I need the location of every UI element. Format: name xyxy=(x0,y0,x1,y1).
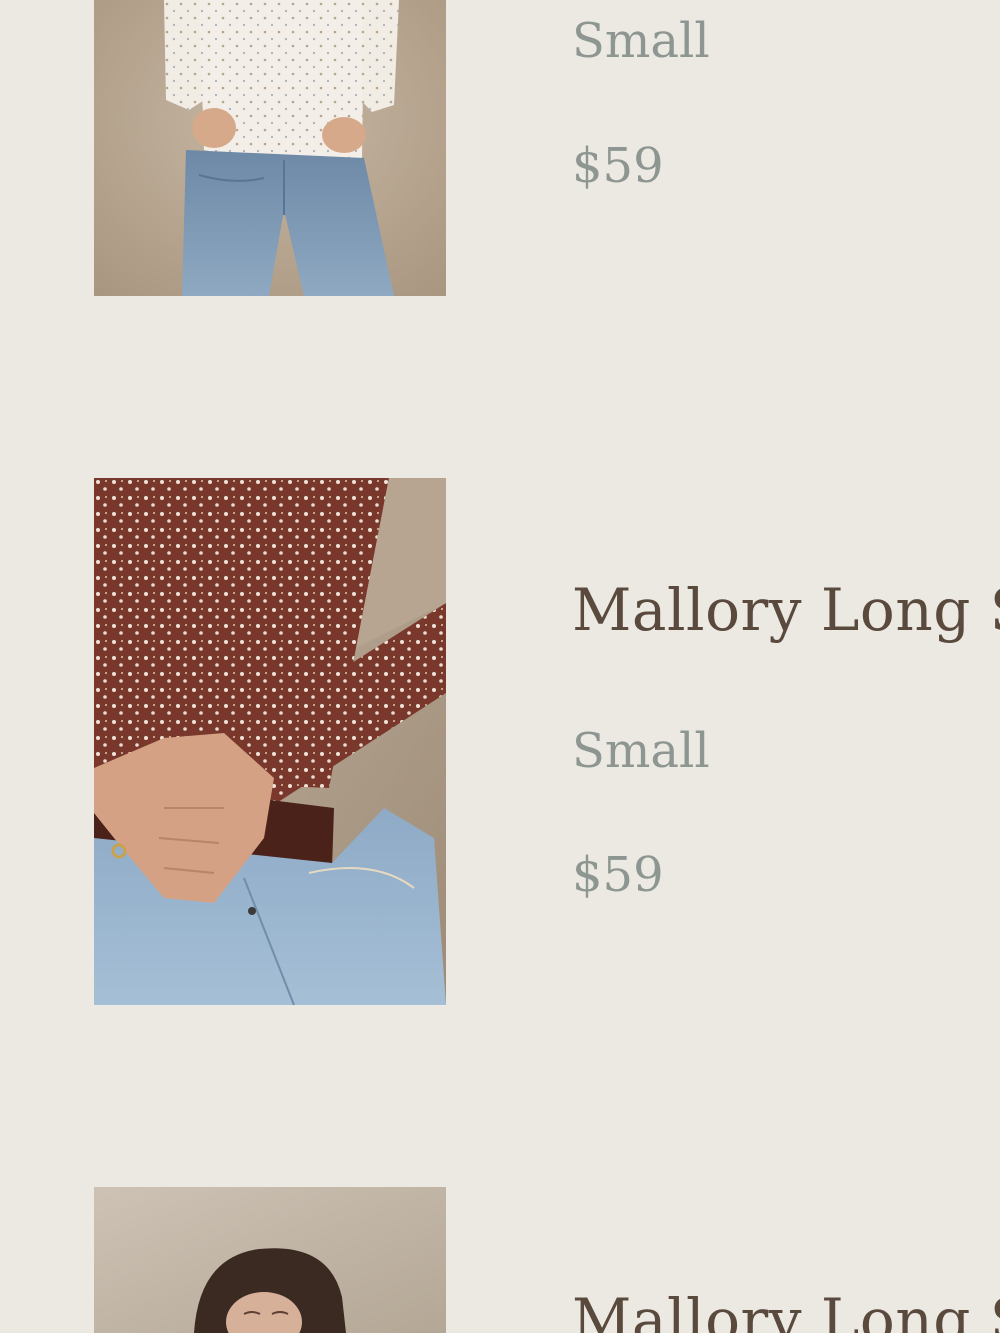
cart-item: Mallory Long S xyxy=(0,1187,1000,1333)
product-photo-cream-top xyxy=(94,0,446,296)
product-photo-brown-top xyxy=(94,478,446,1005)
product-info: Mallory Long S xyxy=(572,1187,1000,1333)
product-name[interactable]: Mallory Long S xyxy=(572,1291,1000,1333)
cart-item: Small $59 xyxy=(0,0,1000,300)
product-image[interactable] xyxy=(94,478,446,1005)
product-info: Mallory Long S Small $59 xyxy=(572,478,1000,1008)
product-name[interactable]: Mallory Long S xyxy=(572,581,1000,639)
product-image[interactable] xyxy=(94,0,446,296)
product-price: $59 xyxy=(572,847,664,903)
product-photo-portrait xyxy=(94,1187,446,1333)
product-info: Small $59 xyxy=(572,0,1000,300)
cart-item: Mallory Long S Small $59 xyxy=(0,478,1000,1008)
product-image[interactable] xyxy=(94,1187,446,1333)
product-size: Small xyxy=(572,13,710,69)
product-size: Small xyxy=(572,723,710,779)
product-price: $59 xyxy=(572,138,664,194)
